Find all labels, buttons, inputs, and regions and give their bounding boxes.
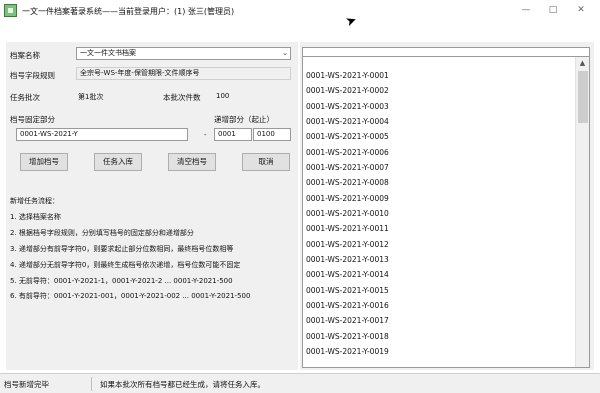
minimize-button[interactable]: — [519, 4, 533, 16]
list-item[interactable]: 0001-WS-2021-Y-0003 [306, 102, 389, 111]
clear-archive-number-button[interactable]: 清空档号 [168, 153, 216, 171]
enter-task-button[interactable]: 任务入库 [94, 153, 142, 171]
instruction-heading: 新增任务流程： [10, 197, 59, 205]
status-text-right: 如果本批次所有档号都已经生成，请将任务入库。 [100, 380, 265, 389]
list-item[interactable]: 0001-WS-2021-Y-0004 [306, 117, 389, 126]
fixed-part-label: 档号固定部分 [10, 115, 55, 124]
list-item[interactable]: 0001-WS-2021-Y-0011 [306, 224, 389, 233]
instruction-line: 2. 根据档号字段规则，分别填写档号的固定部分和递增部分 [10, 229, 194, 237]
batch-label: 任务批次 [10, 93, 40, 102]
status-separator [91, 377, 92, 391]
vertical-scrollbar[interactable]: ▲ [575, 57, 589, 367]
rule-label: 档号字段规则 [10, 71, 55, 80]
list-item[interactable]: 0001-WS-2021-Y-0017 [306, 316, 389, 325]
archive-number-list[interactable]: 0001-WS-2021-Y-0001 0001-WS-2021-Y-0002 … [302, 56, 590, 368]
title-bar: 一文一件档案著录系统——当前登录用户：(1) 张三(管理员) — □ ✕ [0, 0, 600, 22]
archive-name-value: 一文一件文书档案 [80, 49, 136, 57]
instruction-line: 1. 选择档案名称 [10, 213, 61, 221]
instruction-line: 5. 无前导符：0001-Y-2021-1，0001-Y-2021-2 ... … [10, 277, 233, 285]
cancel-button[interactable]: 取消 [242, 153, 290, 171]
list-item[interactable]: 0001-WS-2021-Y-0016 [306, 301, 389, 310]
increment-start-value: 0001 [218, 130, 236, 138]
instruction-line: 6. 有前导符：0001-Y-2021-001，0001-Y-2021-002 … [10, 292, 251, 300]
maximize-button[interactable]: □ [546, 4, 560, 16]
status-text-left: 档号新增完毕 [4, 380, 49, 389]
archive-name-combobox[interactable]: 一文一件文书档案 ⌄ [76, 47, 291, 60]
increment-start-input[interactable]: 0001 [214, 128, 252, 141]
list-item[interactable]: 0001-WS-2021-Y-0019 [306, 347, 389, 356]
list-item[interactable]: 0001-WS-2021-Y-0018 [306, 332, 389, 341]
count-label: 本批次件数 [163, 93, 201, 102]
list-item[interactable]: 0001-WS-2021-Y-0013 [306, 255, 389, 264]
fixed-part-value: 0001-WS-2021-Y [20, 130, 78, 138]
list-item[interactable]: 0001-WS-2021-Y-0014 [306, 270, 389, 279]
archive-number-panel: 0001-WS-2021-Y-0001 0001-WS-2021-Y-0002 … [300, 42, 594, 370]
increment-part-label: 递增部分（起止） [214, 115, 274, 124]
window-title: 一文一件档案著录系统——当前登录用户：(1) 张三(管理员) [22, 7, 235, 16]
chevron-down-icon: ⌄ [282, 49, 288, 57]
app-icon [4, 4, 17, 17]
rule-field: 全宗号-WS-年度-保管期限-文件顺序号 [76, 67, 291, 80]
list-item[interactable]: 0001-WS-2021-Y-0009 [306, 194, 389, 203]
list-item[interactable]: 0001-WS-2021-Y-0012 [306, 240, 389, 249]
instructions-panel: 新增任务流程： 1. 选择档案名称 2. 根据档号字段规则，分别填写档号的固定部… [10, 188, 285, 368]
close-button[interactable]: ✕ [574, 4, 588, 16]
increment-end-input[interactable]: 0100 [253, 128, 291, 141]
list-item[interactable]: 0001-WS-2021-Y-0015 [306, 286, 389, 295]
list-item[interactable]: 0001-WS-2021-Y-0001 [306, 71, 389, 80]
increment-end-value: 0100 [257, 130, 275, 138]
list-item[interactable]: 0001-WS-2021-Y-0005 [306, 132, 389, 141]
range-dash: - [204, 131, 207, 139]
list-item[interactable]: 0001-WS-2021-Y-0008 [306, 178, 389, 187]
list-item[interactable]: 0001-WS-2021-Y-0002 [306, 86, 389, 95]
rule-value: 全宗号-WS-年度-保管期限-文件顺序号 [80, 69, 200, 77]
instruction-line: 4. 递增部分无前导字符0，则最终生成档号依次递增，档号位数可能不固定 [10, 261, 241, 269]
scroll-up-icon[interactable]: ▲ [576, 57, 589, 69]
instruction-line: 3. 递增部分有前导字符0，则要求起止部分位数相同，最终档号位数相等 [10, 245, 234, 253]
add-archive-number-button[interactable]: 增加档号 [20, 153, 68, 171]
scrollbar-thumb[interactable] [578, 71, 588, 123]
batch-value: 第1批次 [78, 93, 104, 101]
archive-name-label: 档案名称 [10, 51, 40, 60]
list-item[interactable]: 0001-WS-2021-Y-0007 [306, 163, 389, 172]
fixed-part-input[interactable]: 0001-WS-2021-Y [16, 128, 188, 141]
list-item[interactable]: 0001-WS-2021-Y-0010 [306, 209, 389, 218]
count-value: 100 [216, 92, 230, 100]
status-bar: 档号新增完毕 如果本批次所有档号都已经生成，请将任务入库。 [0, 373, 600, 393]
list-item[interactable]: 0001-WS-2021-Y-0006 [306, 148, 389, 157]
